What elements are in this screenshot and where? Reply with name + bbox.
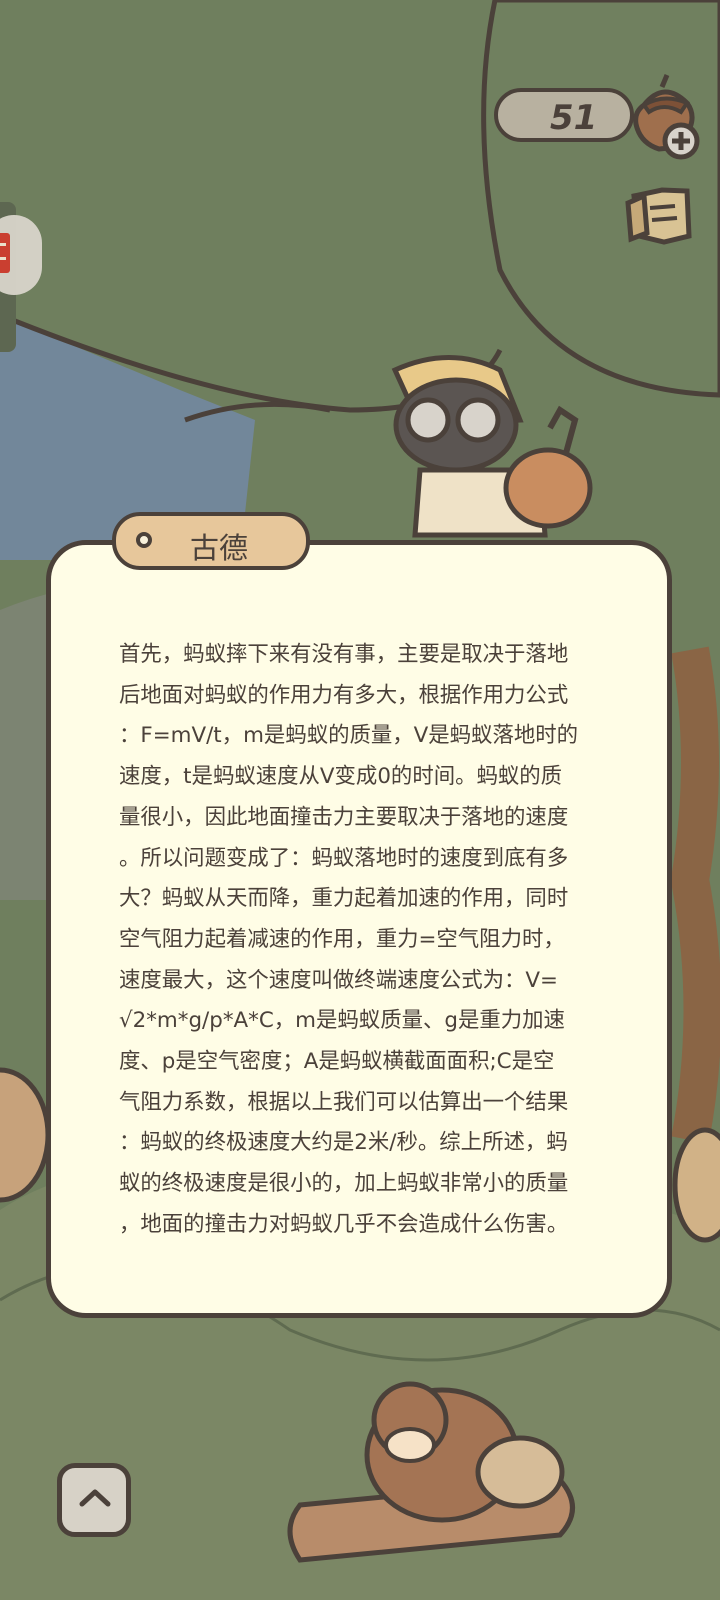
speaker-name-tag: 古德	[112, 512, 310, 570]
dialogue-box[interactable]: 首先，蚂蚁摔下来有没有事，主要是取决于落地 后地面对蚂蚁的作用力有多大，根据作用…	[46, 540, 672, 1318]
dialogue-text: 首先，蚂蚁摔下来有没有事，主要是取决于落地 后地面对蚂蚁的作用力有多大，根据作用…	[119, 642, 579, 1237]
chevron-up-icon	[79, 1489, 111, 1507]
acorn-counter[interactable]: 51	[494, 88, 634, 142]
game-scene: 51 古德 首先，蚂蚁摔下来有没有事，主要是取决于落地 后地面对蚂蚁的作用力有多…	[0, 0, 720, 1600]
acorn-count: 51	[550, 98, 598, 138]
acorn-icon[interactable]	[624, 72, 704, 162]
thumb-up-icon[interactable]	[614, 178, 696, 258]
speaker-name: 古德	[190, 531, 249, 565]
gift-badge-icon[interactable]	[0, 215, 42, 295]
collapse-button[interactable]	[57, 1463, 131, 1537]
name-tag-dot-icon	[136, 532, 152, 548]
gift-mark-icon	[0, 233, 10, 273]
